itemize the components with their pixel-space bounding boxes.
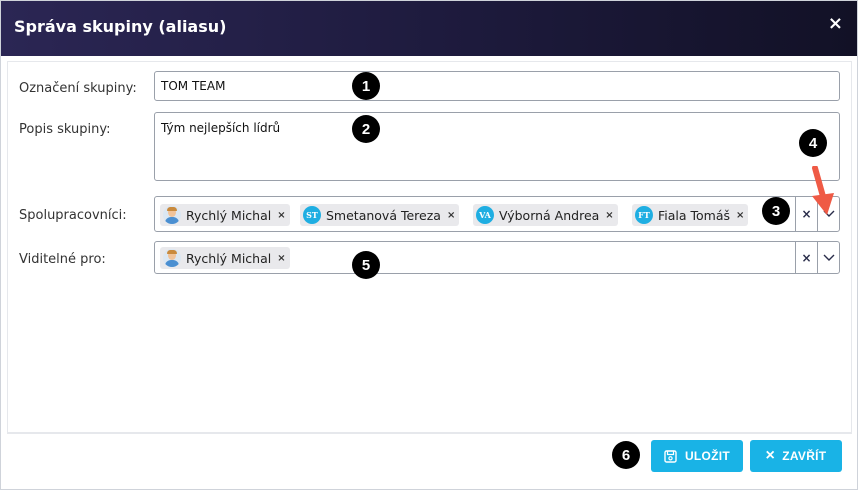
save-icon xyxy=(664,449,677,463)
annotation-badge-3: 3 xyxy=(762,197,790,225)
close-button-label: ZAVŘÍT xyxy=(782,449,827,463)
chip-label: Rychlý Michal xyxy=(186,250,272,266)
close-button[interactable]: × ZAVŘÍT xyxy=(750,440,842,472)
chip-label: Fiala Tomáš xyxy=(658,207,731,223)
visible-for-chip: Rychlý Michal × xyxy=(160,247,290,269)
collaborators-label: Spolupracovníci: xyxy=(19,208,127,223)
group-dialog: Správa skupiny (aliasu) × Označení skupi… xyxy=(0,0,858,490)
description-label: Popis skupiny: xyxy=(19,122,111,137)
description-textarea[interactable]: Tým nejlepších lídrů xyxy=(154,112,840,181)
group-name-input[interactable]: TOM TEAM xyxy=(154,71,840,101)
annotation-badge-4: 4 xyxy=(799,129,827,157)
collaborators-select[interactable]: Rychlý Michal × ST Smetanová Tereza × VA… xyxy=(154,196,840,232)
close-icon: × xyxy=(765,447,776,464)
avatar: VA xyxy=(476,206,494,224)
chip-label: Rychlý Michal xyxy=(186,207,272,223)
dialog-title: Správa skupiny (aliasu) xyxy=(14,17,227,36)
visible-for-label: Viditelné pro: xyxy=(19,252,106,267)
avatar: ST xyxy=(303,206,321,224)
footer-divider xyxy=(7,433,852,434)
annotation-arrow-icon xyxy=(812,166,834,215)
clear-icon[interactable]: × xyxy=(795,242,817,273)
remove-icon[interactable]: × xyxy=(736,210,744,221)
remove-icon[interactable]: × xyxy=(447,210,455,221)
group-name-value: TOM TEAM xyxy=(161,79,226,93)
annotation-badge-6: 6 xyxy=(612,441,640,469)
group-name-label: Označení skupiny: xyxy=(19,81,137,96)
collaborator-chip: VA Výborná Andrea × xyxy=(473,204,618,226)
title-bar: Správa skupiny (aliasu) × xyxy=(1,1,857,56)
annotation-badge-5: 5 xyxy=(352,251,380,279)
collaborator-chip: ST Smetanová Tereza × xyxy=(300,204,460,226)
chip-label: Výborná Andrea xyxy=(499,207,600,223)
remove-icon[interactable]: × xyxy=(277,253,285,264)
collaborator-chip: Rychlý Michal × xyxy=(160,204,290,226)
annotation-badge-2: 2 xyxy=(352,115,380,143)
save-button-label: ULOŽIT xyxy=(684,449,731,463)
avatar xyxy=(163,249,181,267)
collaborator-chip: FT Fiala Tomáš × xyxy=(632,204,749,226)
close-icon[interactable]: × xyxy=(828,15,843,33)
remove-icon[interactable]: × xyxy=(277,210,285,221)
remove-icon[interactable]: × xyxy=(605,210,613,221)
avatar xyxy=(163,206,181,224)
description-value: Tým nejlepších lídrů xyxy=(161,121,281,135)
avatar: FT xyxy=(635,206,653,224)
chip-label: Smetanová Tereza xyxy=(326,207,441,223)
annotation-badge-1: 1 xyxy=(352,72,380,100)
select-controls: × xyxy=(795,242,839,273)
chevron-down-icon[interactable] xyxy=(817,242,839,273)
visible-for-select[interactable]: Rychlý Michal × × xyxy=(154,241,840,274)
save-button[interactable]: ULOŽIT xyxy=(651,440,743,472)
